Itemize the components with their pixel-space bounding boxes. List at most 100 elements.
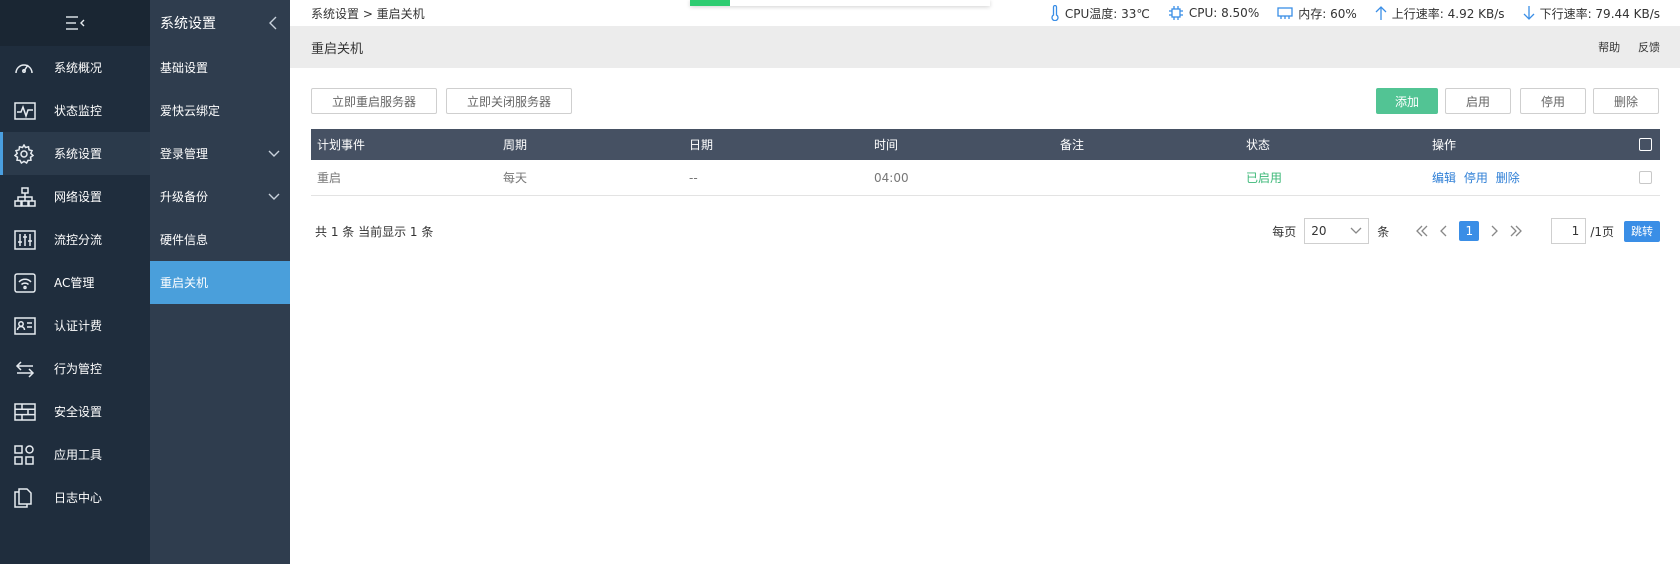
subnav-item-login[interactable]: 登录管理 (150, 132, 290, 175)
nav-item-system-settings[interactable]: 系统设置 (0, 132, 150, 175)
feedback-link[interactable]: 反馈 (1638, 41, 1660, 54)
first-page-icon[interactable] (1411, 225, 1433, 237)
select-all-cell (1622, 138, 1660, 151)
header-links: 帮助 反馈 (1584, 39, 1660, 55)
subnav-item-label: 基础设置 (160, 61, 209, 75)
page-title: 重启关机 (311, 41, 364, 57)
enable-button[interactable]: 启用 (1445, 88, 1511, 114)
subnav-item-upgrade-backup[interactable]: 升级备份 (150, 175, 290, 218)
select-all-checkbox[interactable] (1639, 138, 1652, 151)
disable-button[interactable]: 停用 (1520, 88, 1586, 114)
reboot-now-button[interactable]: 立即重启服务器 (311, 88, 437, 114)
subnav-item-label: 登录管理 (160, 147, 209, 161)
column-header-note: 备注 (1060, 138, 1085, 152)
primary-sidebar: 系统概况 状态监控 系统设置 网络设置 流控分流 AC管理 认证计费 行为管控 (0, 0, 150, 564)
subnav-item-restart-shutdown[interactable]: 重启关机 (150, 261, 290, 304)
total-pages: /1页 (1590, 224, 1614, 239)
nav-item-status[interactable]: 状态监控 (0, 89, 150, 132)
delete-link[interactable]: 删除 (1496, 171, 1520, 185)
page-header: 重启关机 帮助 反馈 (290, 26, 1680, 68)
nav-item-label: 应用工具 (54, 448, 103, 462)
schedule-table: 计划事件 周期 日期 时间 备注 状态 操作 重启 每天 -- 04:00 已启… (311, 129, 1660, 196)
disable-link[interactable]: 停用 (1464, 171, 1488, 185)
secondary-sidebar-header: 系统设置 (150, 0, 290, 46)
per-page-select[interactable]: 20 (1304, 218, 1370, 244)
nav-item-label: 系统概况 (54, 61, 103, 75)
nav-item-behavior[interactable]: 行为管控 (0, 347, 150, 390)
download-text: 下行速率: 79.44 KB/s (1539, 6, 1660, 21)
column-header-actions: 操作 (1432, 138, 1457, 152)
cell-date: -- (689, 170, 698, 185)
network-icon (14, 186, 40, 207)
toolbar: 立即重启服务器 立即关闭服务器 添加 启用 停用 删除 (290, 68, 1680, 128)
apps-icon (14, 444, 40, 465)
column-header-status: 状态 (1246, 138, 1271, 152)
arrow-up-icon (1375, 6, 1387, 20)
cpu-temp-stat: CPU温度: 33℃ (1050, 5, 1150, 22)
nav-item-label: 行为管控 (54, 362, 103, 376)
next-page-icon[interactable] (1483, 225, 1505, 237)
column-header-event: 计划事件 (317, 138, 366, 152)
subnav-item-label: 爱快云绑定 (160, 104, 221, 118)
cpu-temp-text: CPU温度: 33℃ (1064, 6, 1150, 21)
subnav-item-cloud-binding[interactable]: 爱快云绑定 (150, 89, 290, 132)
gear-icon (14, 143, 40, 164)
subnav-item-basic[interactable]: 基础设置 (150, 46, 290, 89)
nav-item-label: 网络设置 (54, 190, 103, 204)
row-select-cell (1622, 171, 1660, 184)
menu-collapse-icon (66, 16, 85, 30)
chevron-down-icon (268, 150, 280, 157)
delete-button[interactable]: 删除 (1593, 88, 1659, 114)
subnav-item-label: 硬件信息 (160, 233, 209, 247)
table-footer: 共 1 条 当前显示 1 条 每页 20 条 1 /1页 跳转 (311, 216, 1660, 246)
menu-toggle-button[interactable] (0, 0, 150, 46)
nav-item-log-center[interactable]: 日志中心 (0, 476, 150, 519)
table-row: 重启 每天 -- 04:00 已启用 编辑 停用 删除 (311, 160, 1660, 196)
id-card-icon (14, 316, 40, 336)
nav-item-security[interactable]: 安全设置 (0, 390, 150, 433)
nav-item-overview[interactable]: 系统概况 (0, 46, 150, 89)
per-page-label: 每页 (1272, 224, 1297, 239)
page-number-current[interactable]: 1 (1459, 221, 1480, 241)
jump-button[interactable]: 跳转 (1624, 220, 1660, 242)
chevron-left-icon[interactable] (268, 16, 278, 30)
app-root: 系统概况 状态监控 系统设置 网络设置 流控分流 AC管理 认证计费 行为管控 (0, 0, 1680, 564)
subnav-item-hardware[interactable]: 硬件信息 (150, 218, 290, 261)
breadcrumb: 系统设置 > 重启关机 (311, 6, 425, 21)
record-summary: 共 1 条 当前显示 1 条 (315, 224, 434, 239)
help-link[interactable]: 帮助 (1598, 41, 1620, 54)
column-header-time: 时间 (874, 138, 899, 152)
nav-item-ac[interactable]: AC管理 (0, 261, 150, 304)
row-checkbox[interactable] (1639, 171, 1652, 184)
prev-page-icon[interactable] (1433, 225, 1455, 237)
per-page-value: 20 (1311, 224, 1327, 238)
nav-item-label: 认证计费 (54, 319, 103, 333)
add-button[interactable]: 添加 (1376, 88, 1438, 114)
cpu-text: CPU: 8.50% (1188, 6, 1260, 20)
cpu-stat: CPU: 8.50% (1168, 5, 1259, 21)
cpu-chip-icon (1168, 6, 1183, 20)
status-badge: 已启用 (1246, 171, 1283, 185)
subnav-item-label: 升级备份 (160, 190, 209, 204)
nav-item-app-tools[interactable]: 应用工具 (0, 433, 150, 476)
edit-link[interactable]: 编辑 (1432, 171, 1456, 185)
last-page-icon[interactable] (1505, 225, 1527, 237)
shutdown-now-button[interactable]: 立即关闭服务器 (446, 88, 572, 114)
memory-stat: 内存: 60% (1277, 5, 1357, 22)
nav-item-network[interactable]: 网络设置 (0, 175, 150, 218)
memory-icon (1277, 7, 1293, 19)
upload-text: 上行速率: 4.92 KB/s (1391, 6, 1505, 21)
column-header-date: 日期 (689, 138, 714, 152)
notification-toast (690, 0, 990, 6)
page-jump-input[interactable] (1551, 218, 1587, 244)
firewall-icon (14, 402, 40, 422)
nav-item-label: 日志中心 (54, 491, 103, 505)
memory-text: 内存: 60% (1298, 6, 1357, 21)
document-icon (14, 487, 40, 508)
secondary-sidebar-title: 系统设置 (160, 16, 216, 32)
nav-item-flow-control[interactable]: 流控分流 (0, 218, 150, 261)
thermometer-icon (1051, 5, 1059, 21)
nav-item-label: 安全设置 (54, 405, 103, 419)
nav-item-auth-billing[interactable]: 认证计费 (0, 304, 150, 347)
download-stat: 下行速率: 79.44 KB/s (1523, 5, 1660, 22)
